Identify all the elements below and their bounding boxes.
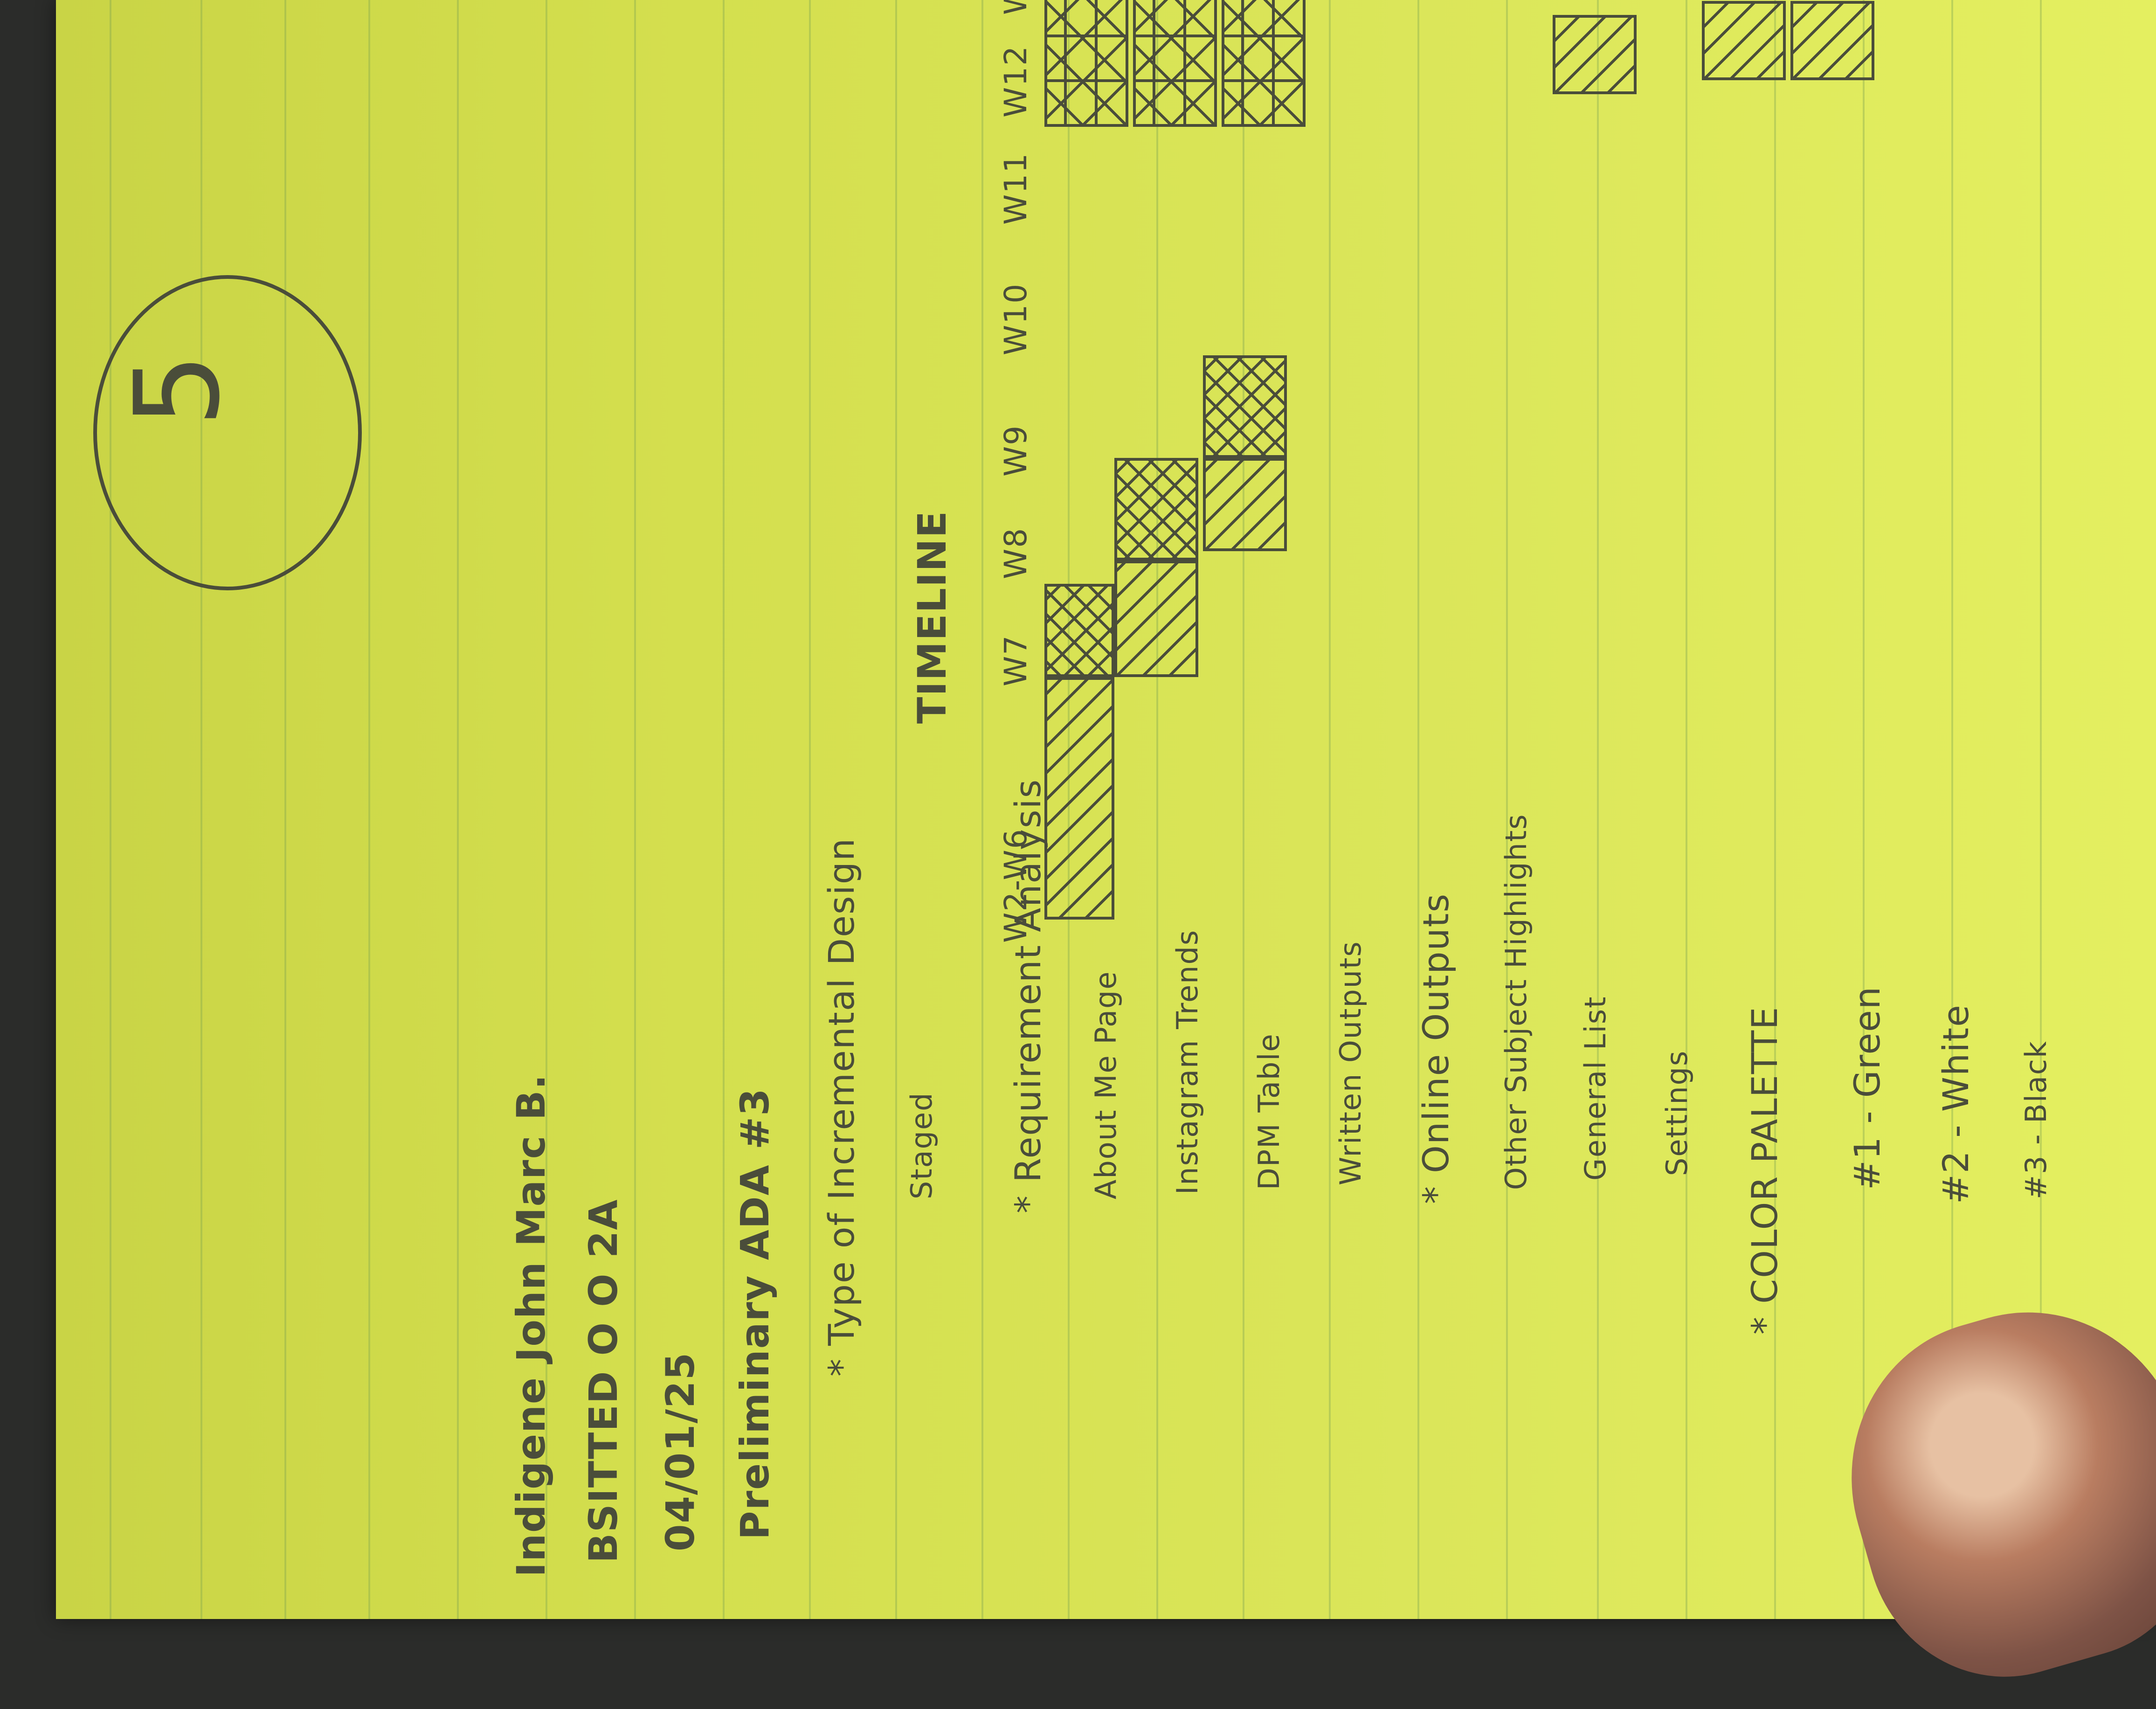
timeline-bar-final-1 <box>1044 0 1128 127</box>
timeline-bar-insta-2 <box>1203 355 1287 458</box>
online-outputs: * Online Outputs <box>1415 893 1457 1204</box>
timeline-bar-late-1 <box>1553 15 1637 94</box>
type-heading: * Type of Incremental Design <box>821 837 862 1377</box>
timeline-bar-final-3 <box>1222 0 1306 127</box>
paper-sheet: 5 Indigene John Marc B. BSITTED O O 2A 0… <box>0 0 2156 1619</box>
timeline-title: TIMELINE <box>909 510 955 724</box>
date: 04/01/25 <box>657 1351 703 1551</box>
timeline-bar-req-1 <box>1044 677 1114 920</box>
other-highlights: Other Subject Highlights <box>1499 813 1533 1190</box>
timeline-bar-final-2 <box>1133 0 1217 127</box>
photo-scene: 5 Indigene John Marc B. BSITTED O O 2A 0… <box>0 0 2156 1709</box>
week-w10: W10 <box>998 283 1034 355</box>
item-written: Written Outputs <box>1334 941 1368 1185</box>
week-w2-w6: W2-W6 <box>998 828 1034 943</box>
item-about-me: About Me Page <box>1089 970 1123 1199</box>
palette-green: #1 - Green <box>1846 986 1888 1190</box>
timeline-bar-late-2 <box>1702 1 1786 80</box>
timeline-bar-insta-1 <box>1203 458 1287 551</box>
week-w11: W11 <box>998 152 1034 225</box>
timeline-bar-req-2 <box>1044 584 1114 677</box>
item-instagram: Instagram Trends <box>1170 929 1204 1195</box>
color-palette-title: * COLOR PALETTE <box>1744 1006 1785 1335</box>
activity-title: Preliminary ADA #3 <box>732 1087 778 1540</box>
week-w13: W13 <box>998 0 1034 15</box>
staged-label: Staged <box>905 1092 939 1199</box>
week-w8: W8 <box>998 527 1034 579</box>
palette-black: #3 - Black <box>2019 1040 2053 1199</box>
palette-white: #2 - White <box>1935 1004 1976 1204</box>
item-dpm: DPM Table <box>1252 1033 1286 1190</box>
week-w12: W12 <box>998 45 1034 118</box>
timeline-bar-about-2 <box>1114 458 1198 560</box>
student-name: Indigene John Marc B. <box>508 1073 554 1577</box>
week-w7: W7 <box>998 634 1034 686</box>
week-w9: W9 <box>998 424 1034 477</box>
timeline-bar-about-1 <box>1114 560 1198 677</box>
handwritten-notes: Indigene John Marc B. BSITTED O O 2A 04/… <box>0 0 2156 1619</box>
timeline-bar-late-3 <box>1790 1 1874 80</box>
general-list: General List <box>1578 996 1612 1181</box>
settings: Settings <box>1660 1050 1694 1176</box>
section: BSITTED O O 2A <box>580 1198 626 1563</box>
